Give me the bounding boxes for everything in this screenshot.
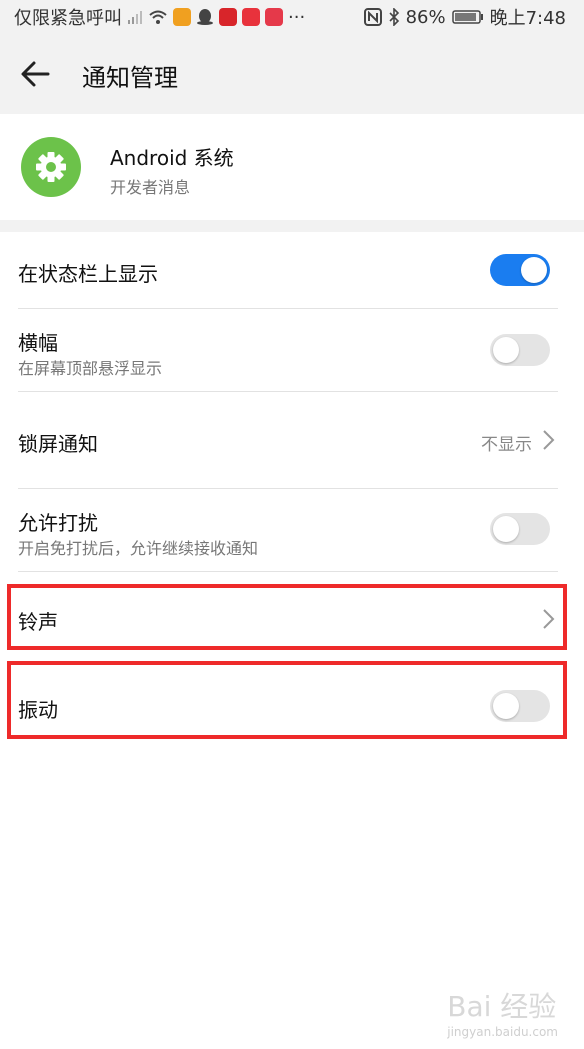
huawei-store-icon [265,8,283,26]
setting-label: 在状态栏上显示 [18,262,158,286]
setting-description: 在屏幕顶部悬浮显示 [18,359,163,378]
setting-allow-interruption[interactable]: 允许打扰 开启免打扰后，允许继续接收通知 [0,489,584,572]
row-divider [18,571,558,572]
toggle-knob [493,516,519,542]
setting-label: 允许打扰 [18,511,98,535]
app-info-card: Android 系统 开发者消息 [0,114,584,220]
banner-toggle[interactable] [490,334,550,366]
android-system-gear-icon [21,137,81,197]
vibrate-highlight-box [7,661,567,739]
app-notify-icon [173,8,191,26]
status-bar: 仅限紧急呼叫 ··· 86% 晚上7:48 [0,0,584,34]
more-notifications: ··· [288,6,306,28]
setting-label: 横幅 [18,331,58,355]
ringtone-highlight-box [7,584,567,650]
title-bar: 通知管理 [0,34,584,114]
news-icon [219,8,237,26]
allow-interruption-toggle[interactable] [490,513,550,545]
setting-label: 锁屏通知 [18,432,98,456]
wifi-icon [149,10,167,24]
watermark: Bai 经验 jingyan.baidu.com [447,985,558,1039]
setting-status-bar-display[interactable]: 在状态栏上显示 [0,232,584,309]
carrier-text: 仅限紧急呼叫 [14,8,122,29]
chevron-right-icon [543,430,555,450]
setting-lockscreen-notification[interactable]: 锁屏通知 不显示 [0,392,584,489]
app-name: Android 系统 [110,146,234,170]
clock: 晚上7:48 [489,8,566,29]
watermark-url: jingyan.baidu.com [447,1025,558,1039]
section-divider [0,220,584,232]
back-arrow-icon[interactable] [18,56,54,92]
qq-icon [197,9,213,25]
setting-description: 开启免打扰后，允许继续接收通知 [18,539,259,558]
battery-icon [451,10,483,24]
toggle-knob [521,257,547,283]
setting-banner[interactable]: 横幅 在屏幕顶部悬浮显示 [0,309,584,392]
lockscreen-value: 不显示 [481,435,532,455]
toggle-knob [493,337,519,363]
bluetooth-icon [388,8,399,26]
status-bar-display-toggle[interactable] [490,254,550,286]
app-subtitle: 开发者消息 [110,178,191,197]
battery-percent: 86% [405,6,446,28]
nfc-icon [363,8,382,26]
watermark-text: Bai 经验 [447,990,557,1023]
signal-icon [128,11,142,24]
app-icon [242,8,260,26]
page-title: 通知管理 [82,64,178,92]
